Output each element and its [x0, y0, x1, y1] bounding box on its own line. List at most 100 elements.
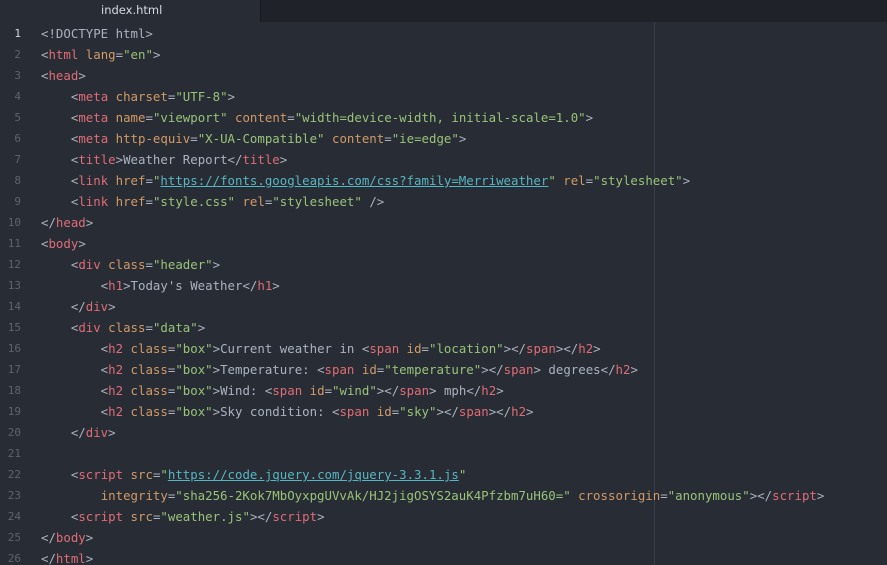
code-token-pun: <	[41, 320, 79, 335]
code-token-str: "data"	[152, 320, 198, 335]
code-line[interactable]: 19 <h2 class="box">Sky condition: <span …	[0, 401, 887, 422]
code-token-str: "weather.js"	[160, 509, 250, 524]
code-token-tag: h2	[108, 362, 124, 377]
code-token-pun	[123, 404, 130, 419]
code-token-pun: >	[227, 89, 235, 104]
code-token-pun: </	[227, 152, 243, 167]
code-line[interactable]: 18 <h2 class="box">Wind: <span id="wind"…	[0, 380, 887, 401]
code-line[interactable]: 3 <head>	[0, 65, 887, 86]
code-line[interactable]: 20 </div>	[0, 422, 887, 443]
code-token-tag: h2	[108, 383, 124, 398]
code-line[interactable]: 11 <body>	[0, 233, 887, 254]
code-token-tag: h2	[615, 362, 631, 377]
code-token-tag: meta	[78, 110, 109, 125]
line-number: 4	[14, 90, 21, 103]
code-token-tag: script	[272, 509, 318, 524]
line-number: 18	[7, 384, 21, 397]
code-token-tag: div	[78, 257, 101, 272]
code-token-pun: <	[41, 383, 109, 398]
code-token-pun: =	[287, 110, 295, 125]
code-line[interactable]: 12 <div class="header">	[0, 254, 887, 275]
code-line[interactable]: 24 <script src="weather.js"></script>	[0, 506, 887, 527]
code-token-pun: =	[324, 383, 333, 398]
code-line[interactable]: 4 <meta charset="UTF-8">	[0, 86, 887, 107]
code-line[interactable]: 25 </body>	[0, 527, 887, 548]
code-token-pun: >	[212, 257, 221, 272]
code-token-str: "	[458, 467, 467, 482]
code-text: <script src="https://code.jquery.com/jqu…	[41, 464, 466, 485]
code-line[interactable]: 14 </div>	[0, 296, 887, 317]
code-token-pun: >	[496, 383, 504, 398]
code-token-pun: >	[630, 362, 638, 377]
line-number: 16	[7, 342, 21, 355]
code-line[interactable]: 21	[0, 443, 887, 464]
code-token-pun: </	[466, 383, 482, 398]
code-line[interactable]: 10 </head>	[0, 212, 887, 233]
code-token-str: "box"	[175, 362, 213, 377]
tab-index-html[interactable]: index.html	[0, 0, 261, 22]
code-token-tag: h2	[578, 341, 594, 356]
code-token-pun: >	[212, 404, 221, 419]
code-token-attr: class	[108, 257, 146, 272]
code-token-pun	[123, 383, 130, 398]
code-token-pun	[108, 173, 115, 188]
code-line[interactable]: 2 <html lang="en">	[0, 44, 887, 65]
code-text: </html>	[41, 548, 93, 565]
code-token-attr: class	[108, 320, 146, 335]
code-token-str: "stylesheet"	[593, 173, 683, 188]
code-token-tag: h1	[257, 278, 273, 293]
code-token-pun: <	[317, 362, 325, 377]
code-token-pun	[399, 341, 406, 356]
code-line[interactable]: 9 <link href="style.css" rel="stylesheet…	[0, 191, 887, 212]
code-token-tag: script	[78, 467, 124, 482]
code-line[interactable]: 16 <h2 class="box">Current weather in <s…	[0, 338, 887, 359]
code-token-tag: h2	[108, 341, 124, 356]
code-token-attr: rel	[242, 194, 265, 209]
code-token-pun: />	[361, 194, 385, 209]
code-line[interactable]: 5 <meta name="viewport" content="width=d…	[0, 107, 887, 128]
code-token-attr: id	[361, 362, 377, 377]
code-token-pun: >	[85, 551, 94, 565]
code-token-pun: >	[279, 152, 288, 167]
code-token-tag: div	[78, 320, 101, 335]
code-token-attr: name	[115, 110, 146, 125]
line-number: 3	[14, 69, 21, 82]
code-line[interactable]: 1 <!DOCTYPE html>	[0, 23, 887, 44]
code-text: </div>	[41, 422, 116, 443]
code-token-pun: </	[41, 215, 56, 230]
code-text: <h1>Today's Weather</h1>	[41, 275, 280, 296]
code-line[interactable]: 8 <link href="https://fonts.googleapis.c…	[0, 170, 887, 191]
code-token-tag: meta	[78, 89, 109, 104]
code-line[interactable]: 6 <meta http-equiv="X-UA-Compatible" con…	[0, 128, 887, 149]
code-token-pun	[354, 362, 361, 377]
code-token-pun: >	[593, 341, 601, 356]
code-token-tag: html	[55, 551, 86, 565]
code-token-pun: <	[41, 467, 79, 482]
code-line[interactable]: 17 <h2 class="box">Temperature: <span id…	[0, 359, 887, 380]
code-token-pun	[108, 131, 115, 146]
line-number: 17	[7, 363, 21, 376]
code-token-pun	[123, 467, 130, 482]
code-token-txt: Weather Report	[123, 152, 228, 167]
code-line[interactable]: 22 <script src="https://code.jquery.com/…	[0, 464, 887, 485]
code-editor[interactable]: 1 <!DOCTYPE html> 2 <html lang="en"> 3 <head>…	[0, 22, 887, 565]
code-token-pun	[123, 341, 130, 356]
code-token-txt: Current weather in	[220, 341, 362, 356]
code-token-tag: span	[369, 341, 400, 356]
code-line[interactable]: 13 <h1>Today's Weather</h1>	[0, 275, 887, 296]
code-token-tag: head	[48, 68, 79, 83]
code-line[interactable]: 23 integrity = "sha256-2Kok7MbOyxpgUVvAk/H…	[0, 485, 887, 506]
code-token-pun: >	[108, 299, 116, 314]
code-token-pun: </	[242, 278, 258, 293]
code-token-pun: </	[600, 362, 616, 377]
code-token-attr: class	[130, 383, 168, 398]
code-text: <meta name="viewport" content="width=dev…	[41, 107, 593, 128]
code-token-pun: >	[526, 404, 534, 419]
code-token-attr: crossorigin	[578, 488, 661, 503]
code-line[interactable]: 7 <title>Weather Report</title>	[0, 149, 887, 170]
code-token-pun: ></	[503, 341, 527, 356]
code-line[interactable]: 26 </html>	[0, 548, 887, 565]
code-token-tag: span	[324, 362, 355, 377]
code-line[interactable]: 15 <div class="data">	[0, 317, 887, 338]
code-token-pun: ></	[481, 362, 504, 377]
